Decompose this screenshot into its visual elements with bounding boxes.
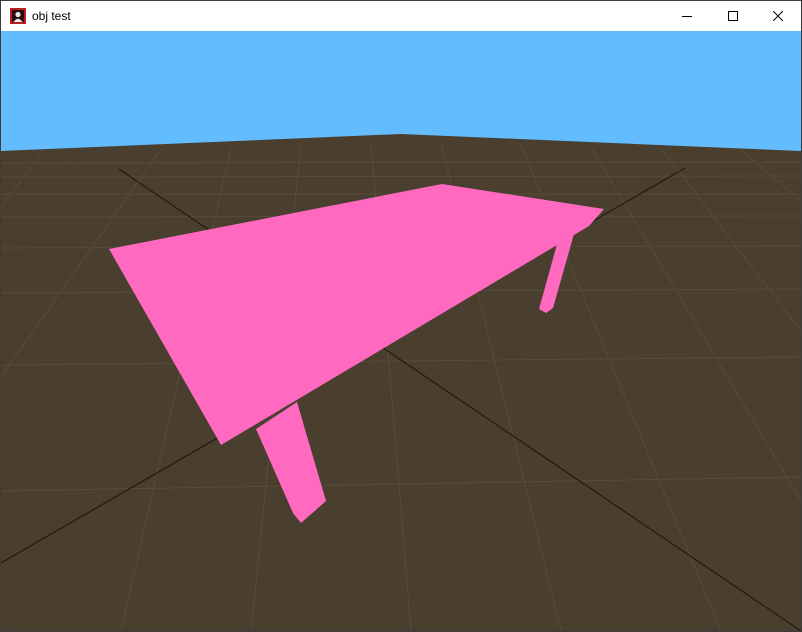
close-icon <box>773 11 783 21</box>
title-bar[interactable]: obj test <box>1 1 801 31</box>
maximize-icon <box>728 11 738 21</box>
render-viewport[interactable] <box>1 31 801 631</box>
minimize-icon <box>682 16 692 17</box>
sky <box>1 31 801 151</box>
window-title: obj test <box>32 9 71 23</box>
app-icon <box>10 8 26 24</box>
scene-canvas <box>1 31 801 631</box>
minimize-button[interactable] <box>664 1 710 31</box>
close-button[interactable] <box>755 1 801 31</box>
app-window: obj test <box>0 0 802 632</box>
maximize-button[interactable] <box>710 1 756 31</box>
